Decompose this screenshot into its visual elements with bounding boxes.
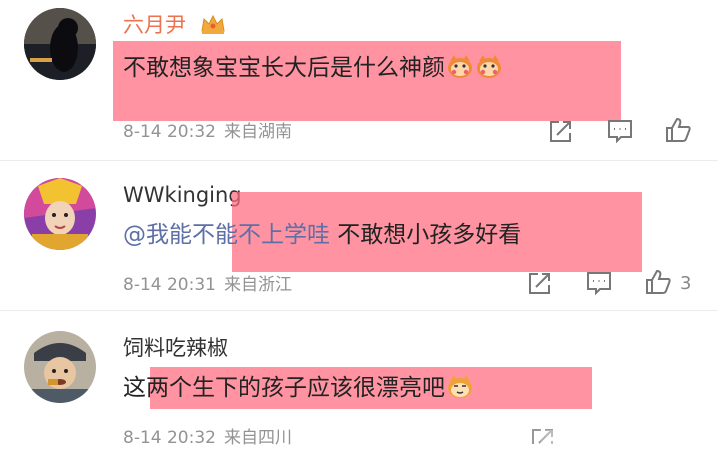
like-icon[interactable] [663,115,693,145]
comment-text: 这两个生下的孩子应该很漂亮吧 [123,373,474,403]
repost-icon[interactable] [546,116,576,146]
location: 来自湖南 [223,122,292,142]
comment-item: 饲料吃辣椒 这两个生下的孩子应该很漂亮吧 8-14 20:32 来自四川 [0,310,718,457]
avatar[interactable] [24,178,96,250]
comment-meta: 8-14 20:32 来自湖南 [123,122,300,142]
comment-item: WWkinging @我能不能不上学哇 不敢想小孩多好看 8-14 20:31 来… [0,160,718,310]
location: 来自浙江 [223,275,292,295]
username[interactable]: 饲料吃辣椒 [123,335,228,361]
username[interactable]: WWkinging [123,182,242,208]
location: 来自四川 [223,428,292,448]
comment-icon[interactable] [605,116,635,146]
doge-flower-emoji [475,53,503,79]
doge-emoji [446,373,474,399]
timestamp: 8-14 20:32 [123,428,216,448]
comment-text: 不敢想象宝宝长大后是什么神颜 [123,53,503,83]
comment-icon[interactable] [584,268,614,298]
repost-icon[interactable] [525,268,555,298]
comment-item: 六月尹 不敢想象宝宝长大后是什么神颜 8-14 20:32 来自湖南 [0,0,718,160]
avatar[interactable] [24,8,96,80]
comment-text: @我能不能不上学哇 不敢想小孩多好看 [123,222,522,248]
username[interactable]: 六月尹 [123,12,186,38]
avatar[interactable] [24,331,96,403]
comment-meta: 8-14 20:32 来自四川 [123,428,300,448]
mention-link[interactable]: @我能不能不上学哇 [123,222,330,248]
like-count: 3 [680,273,692,294]
crown-badge-icon [200,13,226,35]
scroll-fade [540,430,718,457]
doge-flower-emoji [446,53,474,79]
timestamp: 8-14 20:31 [123,275,216,295]
comment-meta: 8-14 20:31 来自浙江 [123,275,300,295]
like-icon[interactable] [643,267,673,297]
timestamp: 8-14 20:32 [123,122,216,142]
